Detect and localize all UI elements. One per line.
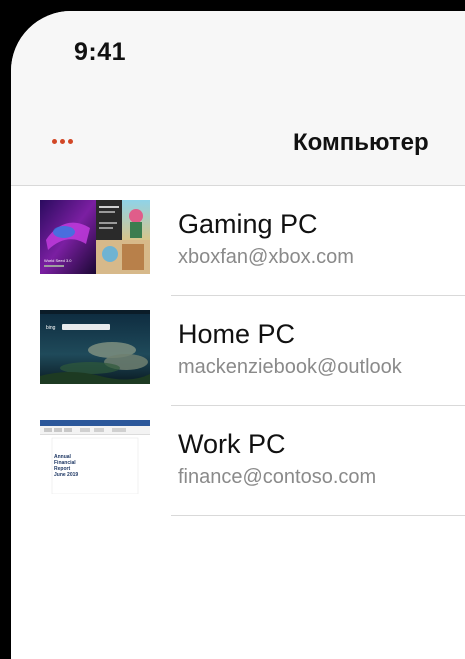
device-name: Gaming PC bbox=[178, 209, 318, 239]
more-button[interactable] bbox=[47, 125, 87, 155]
phone-frame: 9:41 Компьютер World Seed 3.0 Gaming PC … bbox=[0, 0, 465, 659]
device-row-gaming-pc[interactable]: World Seed 3.0 Gaming PC xboxfan@xbox.co… bbox=[11, 186, 465, 296]
device-list: World Seed 3.0 Gaming PC xboxfan@xbox.co… bbox=[11, 186, 465, 516]
word-document-thumbnail: Annual Financial Report June 2019 bbox=[40, 420, 150, 494]
svg-text:World Seed 3.0: World Seed 3.0 bbox=[44, 258, 72, 263]
device-email: xboxfan@xbox.com bbox=[178, 246, 354, 268]
more-dots-icon bbox=[52, 139, 73, 144]
status-time: 9:41 bbox=[74, 38, 127, 66]
device-name: Work PC bbox=[178, 429, 286, 459]
row-divider bbox=[171, 515, 465, 516]
app-screen: 9:41 Компьютер World Seed 3.0 Gaming PC … bbox=[11, 11, 465, 659]
device-row-home-pc[interactable]: bing Home PC mackenziebook@outlook bbox=[11, 296, 465, 406]
navigation-bar: Компьютер bbox=[11, 107, 465, 186]
page-title: Компьютер bbox=[293, 129, 429, 156]
bing-desktop-thumbnail: bing bbox=[40, 310, 150, 384]
device-email: mackenziebook@outlook bbox=[178, 356, 402, 378]
device-row-work-pc[interactable]: Annual Financial Report June 2019 Work P… bbox=[11, 406, 465, 516]
device-name: Home PC bbox=[178, 319, 296, 349]
xbox-desktop-thumbnail: World Seed 3.0 bbox=[40, 200, 150, 274]
device-email: finance@contoso.com bbox=[178, 466, 377, 488]
svg-text:bing: bing bbox=[46, 325, 56, 331]
status-bar: 9:41 bbox=[11, 11, 465, 107]
